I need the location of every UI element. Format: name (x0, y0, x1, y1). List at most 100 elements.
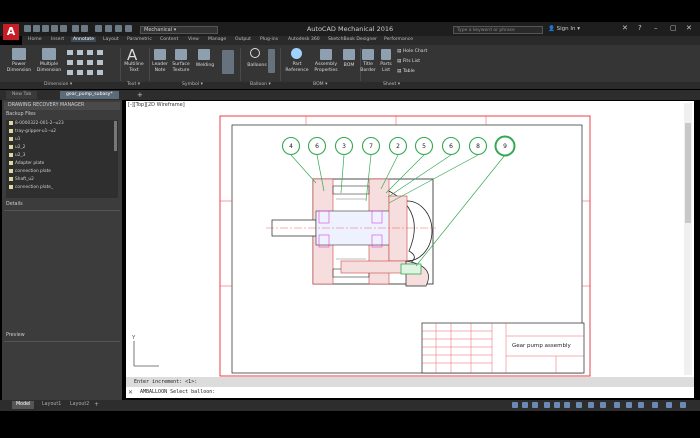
plot-icon[interactable] (60, 25, 67, 32)
panel-label-text[interactable]: Text ▾ (127, 82, 140, 87)
table-button[interactable]: ▤ Table (397, 69, 415, 74)
tab-model[interactable]: Model (12, 401, 35, 409)
sign-in-button[interactable]: 👤 Sign In ▾ (548, 26, 580, 32)
list-scrollbar[interactable] (114, 121, 117, 151)
list-item[interactable]: u1 (9, 137, 20, 142)
qat-dropdown-icon[interactable] (125, 25, 132, 32)
properties-icon[interactable] (115, 25, 122, 32)
panel-label-balloon[interactable]: Balloon ▾ (250, 82, 271, 87)
balloon-tools-icon[interactable] (268, 49, 275, 73)
surface-texture-button[interactable]: Surface Texture (168, 62, 194, 73)
power-dimension-button[interactable]: Power Dimension (4, 62, 34, 73)
isolate-icon[interactable] (652, 402, 658, 408)
help-icon[interactable]: ? (638, 24, 642, 32)
tab-autodesk-360[interactable]: Autodesk 360 (288, 37, 320, 42)
units-icon[interactable] (638, 402, 644, 408)
parts-list-button[interactable]: Parts List (376, 62, 396, 73)
add-tab-icon[interactable]: + (137, 91, 143, 99)
workspace-select[interactable]: Mechanical ▾ (140, 26, 218, 34)
panel-label-sheet[interactable]: Sheet ▾ (383, 82, 400, 87)
list-item[interactable]: 8-0000322-001-2--u23 (9, 121, 64, 126)
list-item[interactable]: Adapter plate (9, 161, 44, 166)
tab-output[interactable]: Output (235, 37, 251, 42)
list-item[interactable]: Shaft_u2 (9, 177, 34, 182)
tab-layout[interactable]: Layout (103, 37, 119, 42)
dimension-small-tools-icon[interactable] (66, 49, 118, 79)
preview-header[interactable]: Preview (6, 333, 25, 338)
doc-tab-new[interactable]: New Tab (6, 91, 38, 99)
list-item[interactable]: connection plate_ (9, 185, 53, 190)
gear-pump-assembly-view[interactable] (266, 178, 436, 287)
doc-tab-gear-pump[interactable]: gear_pump_subasy* (60, 91, 119, 99)
tab-view[interactable]: View (188, 37, 199, 42)
details-header[interactable]: Details (6, 202, 23, 207)
save-icon[interactable] (42, 25, 49, 32)
search-input[interactable]: Type a keyword or phrase (453, 26, 543, 34)
model-space-icon[interactable] (512, 402, 518, 408)
match-properties-icon[interactable] (95, 25, 102, 32)
symbol-tools-icon[interactable] (222, 50, 234, 74)
annotation-monitor-icon[interactable] (626, 402, 632, 408)
tab-performance[interactable]: Performance (384, 37, 413, 42)
tab-manage[interactable]: Manage (208, 37, 226, 42)
undo-icon[interactable] (72, 25, 79, 32)
sign-in-label: Sign In (556, 26, 576, 32)
tab-insert[interactable]: Insert (51, 37, 64, 42)
balloon-number: 2 (396, 143, 400, 150)
command-line-close-icon[interactable]: ✕ (128, 389, 133, 396)
autocad-logo-icon[interactable]: A (3, 24, 19, 40)
balloon-number: 6 (315, 143, 319, 150)
balloons-button[interactable]: Balloons (244, 63, 270, 69)
snap-icon[interactable] (532, 402, 538, 408)
hardware-acceleration-icon[interactable] (666, 402, 672, 408)
annotation-scale-icon[interactable] (600, 402, 606, 408)
list-item[interactable]: u2_2 (9, 145, 25, 150)
customize-icon[interactable] (680, 402, 686, 408)
maximize-icon[interactable]: ▢ (670, 24, 677, 32)
tab-plug-ins[interactable]: Plug-ins (260, 37, 278, 42)
multiple-dimension-button[interactable]: Multiple Dimension (34, 62, 64, 73)
close-icon[interactable]: ✕ (686, 24, 692, 32)
otrack-icon[interactable] (576, 402, 582, 408)
workspace-switch-icon[interactable] (614, 402, 620, 408)
command-input[interactable]: AMBALLOON Select balloon: (126, 387, 694, 398)
exchange-icon[interactable]: ✕ (622, 24, 628, 32)
canvas-scrollbar-thumb[interactable] (685, 123, 691, 223)
multiline-text-button[interactable]: Multiline Text (121, 62, 147, 73)
fits-list-button[interactable]: ▤ Fits List (397, 59, 420, 64)
file-name: u1 (15, 137, 21, 142)
list-item[interactable]: u2_3 (9, 153, 25, 158)
assembly-properties-icon (320, 49, 332, 60)
grid-icon[interactable] (522, 402, 528, 408)
polar-icon[interactable] (554, 402, 560, 408)
file-icon (9, 185, 13, 189)
minimize-icon[interactable]: – (654, 24, 658, 32)
panel-label-dimension[interactable]: Dimension ▾ (44, 82, 72, 87)
ortho-icon[interactable] (544, 402, 550, 408)
tab-sketchbook-designer[interactable]: SketchBook Designer (328, 37, 377, 42)
tab-annotate[interactable]: Annotate (71, 37, 97, 42)
layer-icon[interactable] (105, 25, 112, 32)
tab-layout1[interactable]: Layout1 (38, 401, 65, 409)
osnap-icon[interactable] (564, 402, 570, 408)
panel-label-symbol[interactable]: Symbol ▾ (182, 82, 203, 87)
new-icon[interactable] (24, 25, 31, 32)
panel-label-bom[interactable]: BOM ▾ (313, 82, 327, 87)
lineweight-icon[interactable] (588, 402, 594, 408)
balloon-number: 5 (422, 143, 426, 150)
list-item[interactable]: tray-gripper-u1--u2 (9, 129, 56, 134)
part-reference-button[interactable]: Part Reference (283, 62, 311, 73)
list-item[interactable]: connection plate (9, 169, 51, 174)
save-as-icon[interactable] (51, 25, 58, 32)
welding-button[interactable]: Welding (192, 63, 218, 69)
tab-home[interactable]: Home (28, 37, 42, 42)
add-layout-icon[interactable]: + (94, 401, 99, 408)
redo-icon[interactable] (81, 25, 88, 32)
tab-parametric[interactable]: Parametric (127, 37, 152, 42)
hole-chart-button[interactable]: ▤ Hole Chart (397, 49, 427, 54)
open-icon[interactable] (33, 25, 40, 32)
tab-content[interactable]: Content (160, 37, 178, 42)
backup-files-header[interactable]: Backup Files (6, 112, 36, 117)
tab-layout2[interactable]: Layout2 (66, 401, 93, 409)
title-block[interactable]: Gear pump assembly (421, 322, 585, 374)
